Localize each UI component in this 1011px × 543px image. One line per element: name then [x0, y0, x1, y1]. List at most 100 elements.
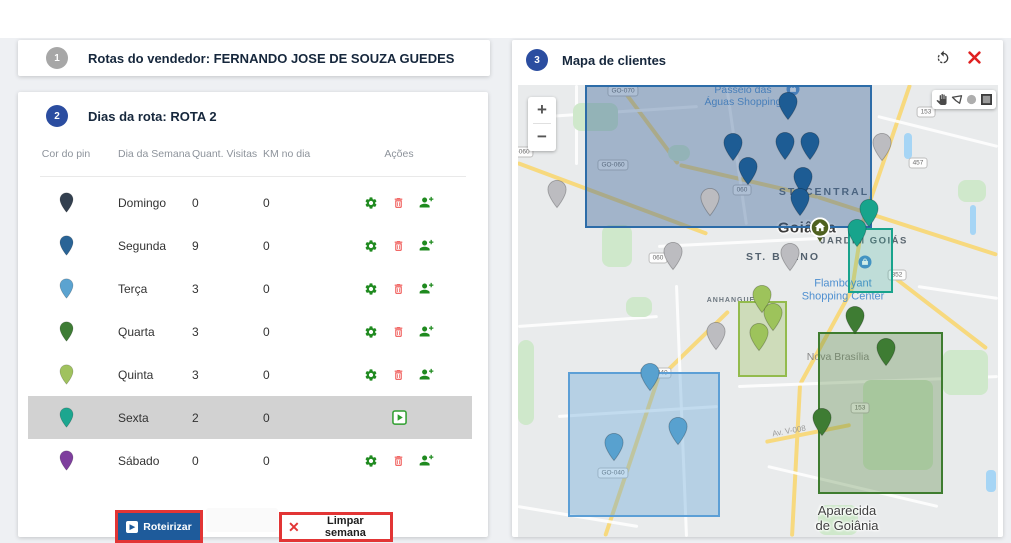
client-pin[interactable] [790, 187, 811, 216]
add-client-button[interactable] [419, 282, 434, 295]
add-client-button[interactable] [419, 196, 434, 209]
visits-count: 3 [192, 282, 263, 296]
table-header-divider [40, 176, 466, 177]
table-row-quarta[interactable]: Quarta30 [18, 310, 488, 353]
actions-cell [340, 282, 488, 296]
table-row-sabado[interactable]: Sábado00 [18, 439, 488, 482]
column-header-dia-da-semana: Dia da Semana [118, 148, 192, 160]
client-pin[interactable] [876, 337, 897, 366]
map-label-aparecida-de-goiania: Aparecida de Goiânia [816, 504, 879, 534]
client-pin[interactable] [604, 432, 625, 461]
day-label: Sexta [118, 411, 192, 425]
visits-count: 9 [192, 239, 263, 253]
map-green-area [943, 350, 988, 395]
client-pin[interactable] [847, 218, 868, 247]
table-row-sexta[interactable]: Sexta20 [18, 396, 488, 439]
add-client-button[interactable] [419, 239, 434, 252]
config-day-button[interactable] [364, 325, 378, 339]
km-value: 0 [263, 325, 340, 339]
actions-cell [340, 325, 488, 339]
step-badge-3: 3 [526, 49, 548, 71]
map-water [986, 470, 996, 492]
panel-client-map: 3 Mapa de clientes + − Passeio das Águ [512, 40, 1003, 537]
add-client-button[interactable] [419, 454, 434, 467]
close-map-button[interactable] [968, 51, 981, 64]
km-value: 0 [263, 282, 340, 296]
top-whitespace [0, 0, 1011, 38]
config-day-button[interactable] [364, 368, 378, 382]
actions-cell [340, 196, 488, 210]
route-days-table: Domingo00Segunda90Terça30Quarta30Quinta3… [18, 181, 488, 482]
undo-button[interactable] [935, 50, 951, 66]
polygon-tool-button[interactable] [951, 94, 963, 105]
client-pin[interactable] [640, 362, 661, 391]
map-zoom-control: + − [528, 97, 556, 151]
visits-count: 3 [192, 325, 263, 339]
client-pin[interactable] [780, 242, 801, 271]
client-pin[interactable] [775, 131, 796, 160]
client-pin[interactable] [700, 187, 721, 216]
client-pin[interactable] [738, 156, 759, 185]
x-icon: ✕ [288, 522, 300, 532]
rectangle-tool-button[interactable] [981, 94, 992, 105]
home-marker[interactable] [809, 217, 831, 243]
delete-day-button[interactable] [392, 282, 405, 296]
client-pin[interactable] [812, 407, 833, 436]
region-terca[interactable] [568, 372, 720, 517]
client-map[interactable]: + − Passeio das Águas ShoppingST. CENTRA… [518, 85, 998, 537]
visits-count: 0 [192, 454, 263, 468]
client-pin[interactable] [668, 416, 689, 445]
actions-cell [340, 454, 488, 468]
table-row-domingo[interactable]: Domingo00 [18, 181, 488, 224]
pin-color-sabado [40, 450, 92, 471]
roteirizar-label: Roteirizar [143, 521, 191, 533]
map-green-area [626, 297, 652, 317]
config-day-button[interactable] [364, 239, 378, 253]
client-pin[interactable] [663, 241, 684, 270]
pan-tool-button[interactable] [936, 94, 947, 105]
add-client-button[interactable] [419, 368, 434, 381]
add-client-button[interactable] [419, 325, 434, 338]
close-icon [968, 51, 981, 64]
delete-day-button[interactable] [392, 454, 405, 468]
column-header-acoes: Ações [340, 148, 488, 160]
zoom-in-button[interactable]: + [528, 97, 556, 123]
delete-day-button[interactable] [392, 325, 405, 339]
map-road [918, 285, 998, 300]
play-icon: ▶ [126, 521, 138, 533]
client-pin[interactable] [706, 321, 727, 350]
day-label: Sábado [118, 454, 192, 468]
view-route-button[interactable] [392, 410, 407, 425]
delete-day-button[interactable] [392, 196, 405, 210]
config-day-button[interactable] [364, 454, 378, 468]
circle-tool-button[interactable] [966, 94, 977, 105]
client-pin[interactable] [872, 132, 893, 161]
roteirizar-annotation-box: ▶ Roteirizar [115, 510, 203, 543]
day-label: Quinta [118, 368, 192, 382]
table-row-terca[interactable]: Terça30 [18, 267, 488, 310]
client-pin[interactable] [778, 91, 799, 120]
map-water [970, 205, 976, 235]
table-row-quinta[interactable]: Quinta30 [18, 353, 488, 396]
km-value: 0 [263, 239, 340, 253]
delete-day-button[interactable] [392, 239, 405, 253]
client-pin[interactable] [800, 131, 821, 160]
client-map-title: Mapa de clientes [562, 53, 666, 68]
delete-day-button[interactable] [392, 368, 405, 382]
client-pin[interactable] [749, 322, 770, 351]
limpar-semana-button[interactable]: ✕ Limpar semana [282, 515, 390, 539]
km-value: 0 [263, 454, 340, 468]
limpar-annotation-box: ✕ Limpar semana [279, 512, 393, 542]
client-pin[interactable] [845, 305, 866, 334]
step-badge-1: 1 [46, 47, 68, 69]
visits-count: 0 [192, 196, 263, 210]
zoom-out-button[interactable]: − [528, 124, 556, 150]
client-pin[interactable] [547, 179, 568, 208]
config-day-button[interactable] [364, 282, 378, 296]
config-day-button[interactable] [364, 196, 378, 210]
actions-cell [340, 239, 488, 253]
route-days-title: Dias da rota: ROTA 2 [88, 109, 217, 124]
table-row-segunda[interactable]: Segunda90 [18, 224, 488, 267]
map-green-area [518, 340, 534, 425]
roteirizar-button[interactable]: ▶ Roteirizar [118, 513, 200, 540]
